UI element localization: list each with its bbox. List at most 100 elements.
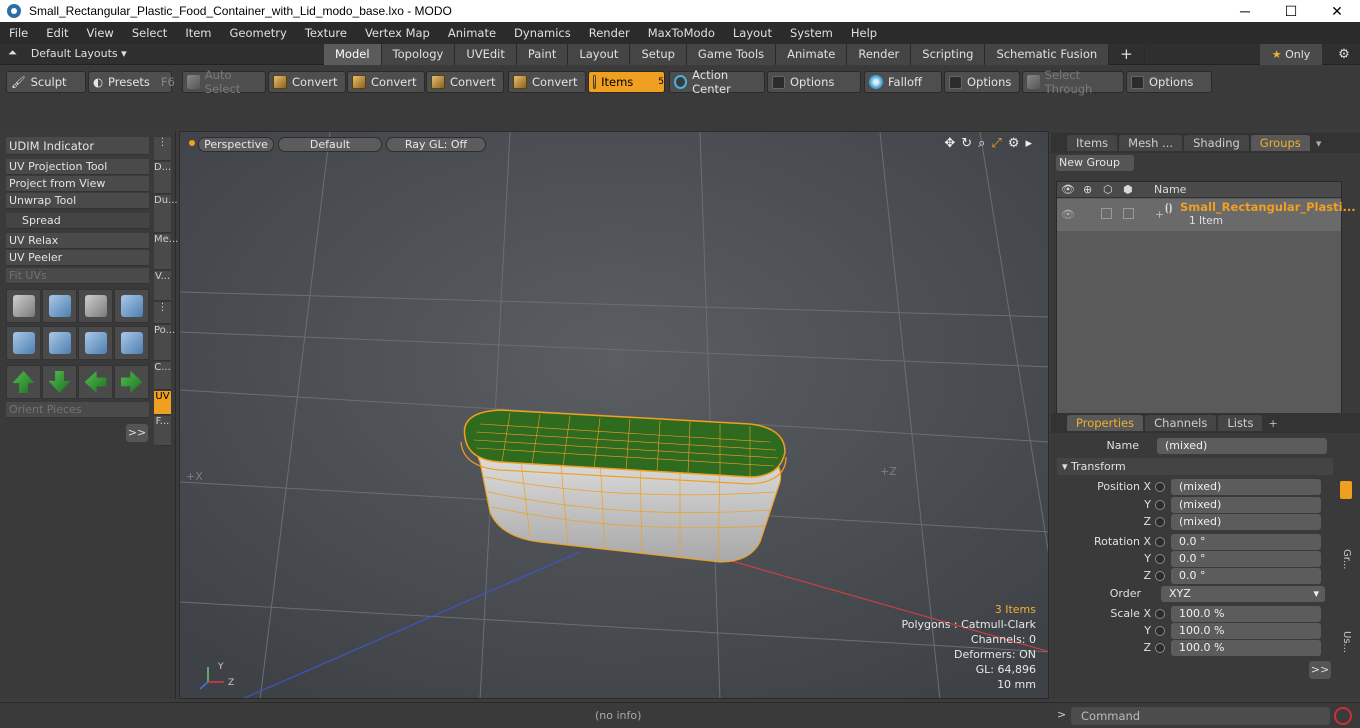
position-z-field[interactable]: (mixed)	[1171, 513, 1321, 530]
tab-topology[interactable]: Topology	[381, 44, 456, 65]
uv-grid-icon[interactable]	[42, 326, 77, 360]
properties-side-tab-active[interactable]	[1340, 481, 1352, 499]
menu-view[interactable]: View	[78, 26, 123, 40]
uv-projection-tool-button[interactable]: UV Projection Tool	[6, 159, 149, 175]
uv-cylinder-icon[interactable]	[6, 326, 41, 360]
close-button[interactable]: ✕	[1314, 0, 1360, 22]
tab-groups[interactable]: Groups	[1250, 135, 1310, 151]
project-from-view-button[interactable]: Project from View	[6, 176, 149, 192]
scale-y-key[interactable]	[1155, 625, 1165, 636]
vtab-options[interactable]: ⋮	[154, 137, 171, 161]
tab-channels[interactable]: Channels	[1145, 415, 1217, 431]
uv-planar-icon[interactable]	[78, 326, 113, 360]
scale-z-key[interactable]	[1155, 642, 1165, 653]
order-dropdown[interactable]: XYZ ▾	[1161, 585, 1325, 602]
pan-icon[interactable]: ✥	[944, 136, 955, 151]
only-toggle[interactable]: ★ Only	[1260, 44, 1322, 65]
vtab-me[interactable]: Me...	[154, 234, 178, 270]
select-through-button[interactable]: Select Through	[1022, 68, 1124, 96]
align-up-icon[interactable]	[6, 365, 41, 399]
unwrap-tool-button[interactable]: Unwrap Tool	[6, 193, 149, 209]
tab-uvedit[interactable]: UVEdit	[455, 44, 517, 65]
rotation-x-key[interactable]	[1155, 536, 1165, 547]
new-group-button[interactable]: New Group	[1056, 155, 1134, 171]
vtab-v[interactable]: V...	[154, 271, 171, 301]
perspective-button[interactable]: Perspective	[198, 137, 274, 152]
presets-button[interactable]: ◐ Presets F6	[88, 71, 175, 93]
tab-scripting[interactable]: Scripting	[911, 44, 986, 65]
convert-materials-button[interactable]: Convert	[508, 71, 586, 93]
position-x-field[interactable]: (mixed)	[1171, 478, 1321, 495]
command-input[interactable]: Command	[1071, 707, 1330, 725]
udim-indicator-button[interactable]: UDIM Indicator	[6, 137, 149, 155]
expand-plus-icon[interactable]: +	[1155, 208, 1164, 221]
tab-layout[interactable]: Layout	[568, 44, 631, 65]
tab-mesh[interactable]: Mesh ...	[1119, 135, 1183, 151]
menu-dynamics[interactable]: Dynamics	[505, 26, 580, 40]
uv-box-icon[interactable]	[114, 289, 149, 323]
spread-section-header[interactable]: Spread	[6, 213, 149, 229]
action-center-options-button[interactable]: Options	[767, 71, 861, 93]
vtab-c[interactable]: C...	[154, 362, 171, 390]
uv-peeler-button[interactable]: UV Peeler	[6, 250, 149, 266]
add-tab-plus[interactable]: +	[1268, 417, 1277, 430]
default-shading-button[interactable]: Default	[278, 137, 382, 152]
viewport-expand-icon[interactable]: ▸	[1025, 136, 1032, 151]
vtab-d[interactable]: D...	[154, 162, 171, 194]
vtab-dots[interactable]: ⋮	[154, 302, 171, 324]
menu-edit[interactable]: Edit	[37, 26, 77, 40]
orient-pieces-button[interactable]: Orient Pieces	[6, 402, 149, 418]
menu-animate[interactable]: Animate	[439, 26, 505, 40]
align-right-icon[interactable]	[114, 365, 149, 399]
group-row[interactable]: 👁 + ⦗⦘ Small_Rectangular_Plasti... 1 Ite…	[1057, 199, 1356, 231]
layouts-up-icon[interactable]: ⏶	[8, 46, 17, 60]
orbit-icon[interactable]: ↻	[961, 136, 972, 151]
vtab-du[interactable]: Du...	[154, 195, 178, 233]
add-tab-button[interactable]: +	[1109, 44, 1145, 65]
menu-maxtomodo[interactable]: MaxToModo	[639, 26, 724, 40]
menu-help[interactable]: Help	[842, 26, 886, 40]
menu-select[interactable]: Select	[123, 26, 176, 40]
position-x-key[interactable]	[1155, 481, 1165, 492]
tab-game-tools[interactable]: Game Tools	[686, 44, 777, 65]
falloff-options-button[interactable]: Options	[944, 71, 1020, 93]
minimize-button[interactable]: ─	[1222, 0, 1268, 22]
tab-setup[interactable]: Setup	[630, 44, 687, 65]
rotation-z-key[interactable]	[1155, 570, 1165, 581]
menu-render[interactable]: Render	[580, 26, 639, 40]
tab-dropdown-icon[interactable]: ▾	[1316, 137, 1322, 150]
maximize-button[interactable]: ☐	[1268, 0, 1314, 22]
left-panel-more-button[interactable]: >>	[126, 424, 148, 442]
tab-paint[interactable]: Paint	[516, 44, 569, 65]
falloff-button[interactable]: Falloff	[864, 71, 942, 93]
scale-z-field[interactable]: 100.0 %	[1171, 639, 1321, 656]
tab-render[interactable]: Render	[847, 44, 912, 65]
rotation-z-field[interactable]: 0.0 °	[1171, 567, 1321, 584]
scale-x-key[interactable]	[1155, 608, 1165, 619]
fit-uvs-button[interactable]: Fit UVs	[6, 268, 149, 284]
menu-texture[interactable]: Texture	[296, 26, 356, 40]
tab-animate[interactable]: Animate	[776, 44, 848, 65]
tab-shading[interactable]: Shading	[1184, 135, 1249, 151]
row-eye-icon[interactable]: 👁	[1061, 208, 1075, 221]
default-layouts-dropdown[interactable]: Default Layouts ▾	[31, 47, 127, 60]
scale-y-field[interactable]: 100.0 %	[1171, 622, 1321, 639]
position-y-field[interactable]: (mixed)	[1171, 496, 1321, 513]
viewport-options-dot[interactable]	[189, 140, 195, 146]
menu-vertex-map[interactable]: Vertex Map	[356, 26, 439, 40]
menu-geometry[interactable]: Geometry	[221, 26, 296, 40]
menu-item[interactable]: Item	[176, 26, 220, 40]
tab-items[interactable]: Items	[1067, 135, 1118, 151]
gear-icon[interactable]: ⚙	[1335, 44, 1353, 65]
rotation-x-field[interactable]: 0.0 °	[1171, 533, 1321, 550]
rotation-y-field[interactable]: 0.0 °	[1171, 550, 1321, 567]
transform-section-header[interactable]: ▾ Transform	[1057, 458, 1333, 475]
uv-rotate-icon[interactable]	[42, 289, 77, 323]
uv-sphere-icon[interactable]	[114, 326, 149, 360]
fit-icon[interactable]: ⤢	[991, 136, 1001, 151]
raygl-button[interactable]: Ray GL: Off	[386, 137, 486, 152]
align-down-icon[interactable]	[42, 365, 77, 399]
side-tab-us[interactable]: Us...	[1341, 631, 1352, 653]
items-mode-button[interactable]: Items 5	[588, 71, 665, 93]
3d-viewport[interactable]: Y Z Perspective Default Ray GL: Off ✥ ↻ …	[179, 131, 1049, 699]
